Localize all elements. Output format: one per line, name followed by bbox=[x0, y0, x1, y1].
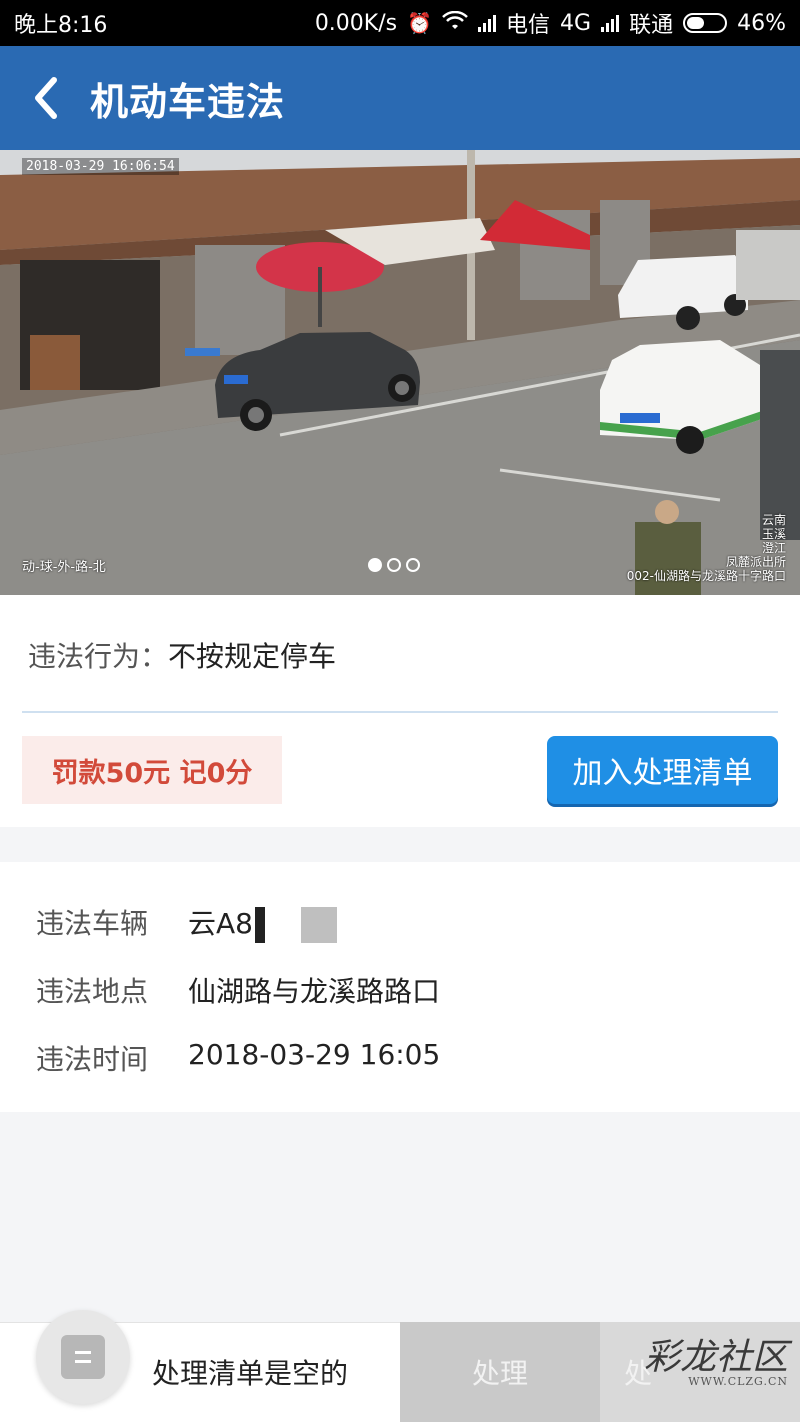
pager-dot[interactable] bbox=[368, 558, 382, 572]
location-label: 违法地点 bbox=[36, 975, 149, 1008]
photo-camera-label: 动-球-外-路-北 bbox=[22, 560, 106, 575]
pager-dot[interactable] bbox=[406, 558, 420, 572]
violation-behavior: 违法行为：不按规定停车 bbox=[28, 635, 336, 675]
violation-details: 违法车辆 云A8 违法地点 仙湖路与龙溪路路口 违法时间 2018-03-29 … bbox=[0, 862, 800, 1112]
photo-pager bbox=[368, 558, 420, 572]
watermark-text: 彩龙社区 bbox=[643, 1337, 788, 1378]
page-title: 机动车违法 bbox=[90, 79, 286, 124]
back-button[interactable] bbox=[0, 46, 90, 150]
network-type: 4G bbox=[560, 10, 592, 36]
vehicle-label: 违法车辆 bbox=[36, 907, 149, 940]
photo-location-line: 玉溪 bbox=[761, 527, 786, 541]
app-header: 机动车违法 bbox=[0, 46, 800, 150]
photo-location-line: 002-仙湖路与龙溪路十字路口 bbox=[626, 569, 786, 583]
vehicle-value: 云A8 bbox=[188, 902, 337, 943]
photo-location-line: 澄江 bbox=[761, 541, 786, 555]
network-speed: 0.00K/s bbox=[314, 10, 398, 36]
photo-location-label: 云南 玉溪 澄江 凤麓派出所 002-仙湖路与龙溪路十字路口 bbox=[627, 513, 786, 583]
behavior-value: 不按规定停车 bbox=[168, 640, 337, 673]
carrier-2: 联通 bbox=[629, 13, 674, 38]
behavior-label: 违法行为： bbox=[28, 640, 169, 673]
plate-redaction bbox=[300, 907, 337, 943]
process-button[interactable]: 处理 bbox=[400, 1322, 600, 1422]
pager-dot[interactable] bbox=[387, 558, 401, 572]
wifi-icon bbox=[442, 10, 468, 36]
add-to-list-button[interactable]: 加入处理清单 bbox=[547, 736, 778, 804]
violation-photo[interactable]: 2018-03-29 16:06:54 动-球-外-路-北 云南 玉溪 澄江 凤… bbox=[0, 150, 800, 595]
location-value: 仙湖路与龙溪路路口 bbox=[188, 975, 441, 1008]
status-time: 晚上8:16 bbox=[14, 13, 108, 38]
photo-location-line: 云南 bbox=[761, 513, 786, 527]
violation-card: 违法行为：不按规定停车 罚款50元 记0分 加入处理清单 bbox=[0, 595, 800, 827]
photo-timestamp: 2018-03-29 16:06:54 bbox=[22, 158, 179, 175]
process-list-button[interactable] bbox=[36, 1310, 130, 1404]
empty-list-text: 处理清单是空的 bbox=[152, 1357, 349, 1390]
fine-badge: 罚款50元 记0分 bbox=[22, 736, 282, 804]
time-value: 2018-03-29 16:05 bbox=[188, 1038, 441, 1071]
battery-percent: 46% bbox=[737, 10, 786, 36]
plate-redaction bbox=[254, 907, 265, 943]
plate-text: 云A8 bbox=[188, 907, 253, 940]
status-right: 0.00K/s ⏰ 电信 4G 联通 46% bbox=[315, 7, 786, 39]
time-label: 违法时间 bbox=[36, 1043, 149, 1076]
signal-icon bbox=[478, 14, 497, 32]
chevron-left-icon bbox=[35, 77, 57, 119]
carrier-1: 电信 bbox=[506, 13, 551, 38]
battery-icon bbox=[683, 13, 728, 33]
detail-row-location: 违法地点 仙湖路与龙溪路路口 bbox=[36, 970, 440, 1010]
signal-icon-2 bbox=[601, 14, 620, 32]
photo-location-line: 凤麓派出所 bbox=[725, 555, 786, 569]
list-icon bbox=[61, 1335, 105, 1379]
divider bbox=[22, 711, 778, 713]
alarm-icon: ⏰ bbox=[407, 11, 433, 35]
detail-row-vehicle: 违法车辆 云A8 bbox=[36, 902, 337, 943]
status-bar: 晚上8:16 0.00K/s ⏰ 电信 4G 联通 46% bbox=[0, 0, 800, 46]
watermark: 彩龙社区 WWW.CLZG.CN bbox=[644, 1340, 788, 1388]
detail-row-time: 违法时间 2018-03-29 16:05 bbox=[36, 1038, 440, 1078]
